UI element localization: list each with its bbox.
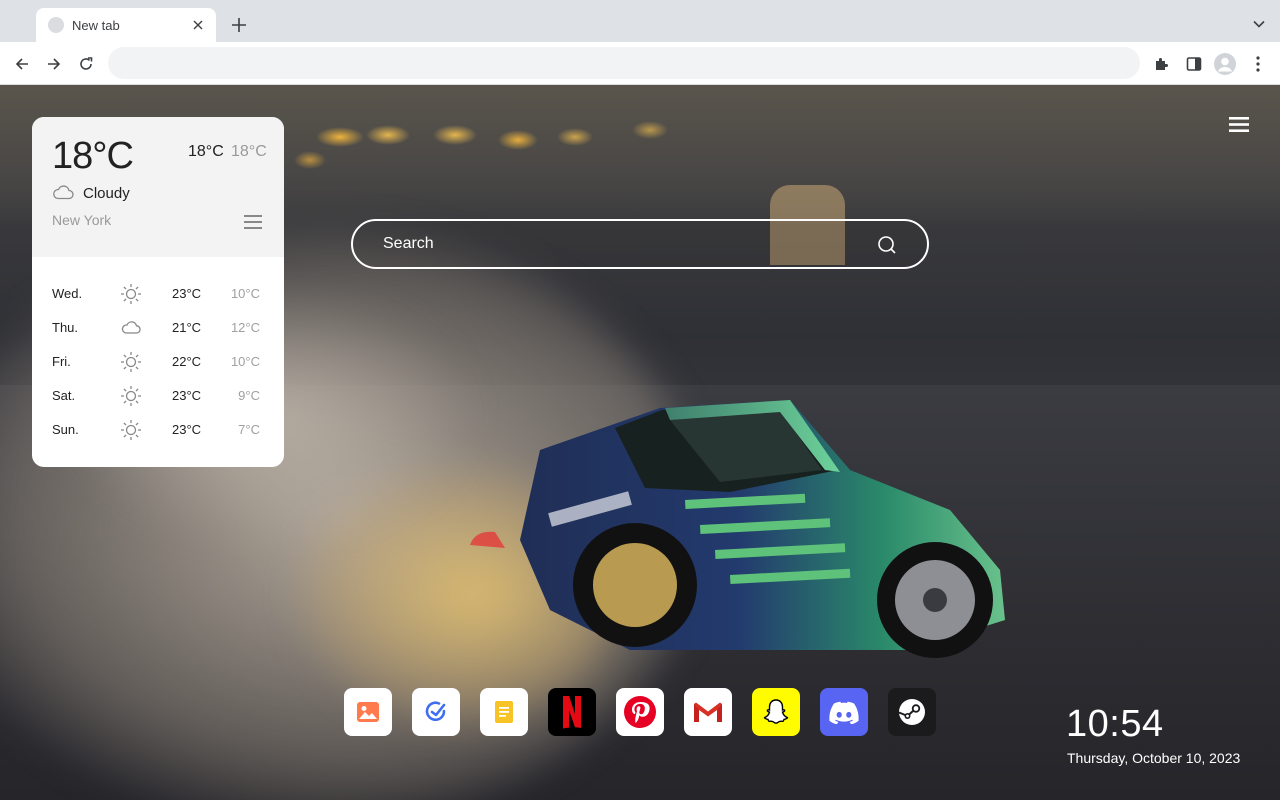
profile-icon [1214, 53, 1236, 75]
forecast-day: Fri. [52, 354, 71, 369]
forecast-day: Sun. [52, 422, 79, 437]
app-steam[interactable] [888, 688, 936, 736]
forward-button[interactable] [42, 52, 66, 76]
profile-button[interactable] [1213, 52, 1237, 76]
forward-arrow-icon [48, 58, 61, 70]
today-low-temperature: 18°C [231, 143, 267, 160]
note-icon [495, 701, 513, 723]
browser-toolbar [0, 42, 1280, 85]
new-tab-button[interactable] [228, 14, 250, 36]
forecast-row: Sat. 23°C 9°C [32, 379, 284, 413]
forecast-high: 23°C [172, 388, 202, 403]
side-panel-button[interactable] [1182, 52, 1206, 76]
kebab-menu-icon [1256, 56, 1260, 72]
new-tab-page: 18°C 18°C 18°C Cloudy New York Wed. 23°C… [0, 85, 1280, 800]
side-panel-icon [1186, 57, 1202, 71]
forecast-day: Sat. [52, 388, 76, 403]
sun-icon [121, 352, 141, 372]
gmail-icon [694, 702, 722, 722]
weather-condition: Cloudy [83, 185, 130, 202]
app-discord[interactable] [820, 688, 868, 736]
forecast-high: 21°C [172, 320, 202, 335]
search-icon[interactable] [877, 235, 897, 255]
forecast-low: 7°C [238, 422, 260, 437]
today-high-temperature: 18°C [188, 143, 224, 160]
reload-icon [80, 57, 93, 70]
tab-close-icon[interactable] [190, 17, 206, 33]
forecast-low: 10°C [230, 354, 260, 369]
forecast-high: 22°C [172, 354, 202, 369]
back-arrow-icon [15, 58, 28, 70]
tab-search-button[interactable] [1250, 15, 1268, 33]
chevron-down-icon [1253, 20, 1265, 28]
forecast-row: Wed. 23°C 10°C [32, 277, 284, 311]
plus-icon [232, 18, 246, 32]
search-box [351, 219, 929, 269]
address-bar[interactable] [108, 47, 1140, 79]
app-tasks[interactable] [412, 688, 460, 736]
tab-favicon-icon [48, 17, 64, 33]
app-gmail[interactable] [684, 688, 732, 736]
sun-icon [121, 386, 141, 406]
cloud-icon [121, 321, 141, 334]
browser-menu-button[interactable] [1246, 52, 1270, 76]
tab-title: New tab [72, 17, 120, 33]
weather-current: 18°C 18°C 18°C Cloudy New York [32, 117, 284, 257]
app-photos[interactable] [344, 688, 392, 736]
settings-menu-icon[interactable] [1229, 116, 1249, 133]
snapchat-icon [763, 699, 789, 724]
weather-widget: 18°C 18°C 18°C Cloudy New York Wed. 23°C… [32, 117, 284, 467]
app-snapchat[interactable] [752, 688, 800, 736]
discord-icon [829, 701, 859, 724]
reload-button[interactable] [74, 52, 98, 76]
puzzle-icon [1156, 58, 1168, 70]
photos-icon [357, 702, 379, 722]
forecast-day: Wed. [52, 286, 83, 301]
weather-menu-icon[interactable] [244, 214, 262, 230]
forecast-low: 12°C [230, 320, 260, 335]
sun-icon [121, 420, 141, 440]
forecast-low: 9°C [238, 388, 260, 403]
forecast-low: 10°C [230, 286, 260, 301]
app-netflix[interactable] [548, 688, 596, 736]
tab-new-tab[interactable]: New tab [36, 8, 216, 42]
current-temperature: 18°C [52, 135, 134, 177]
back-button[interactable] [10, 52, 34, 76]
forecast-day: Thu. [52, 320, 79, 335]
tab-strip: New tab [0, 0, 1280, 42]
app-pinterest[interactable] [616, 688, 664, 736]
drift-car-image [470, 400, 1005, 658]
netflix-icon [563, 696, 581, 729]
clock-date: Thursday, October 10, 2023 [1067, 750, 1241, 766]
app-notes[interactable] [480, 688, 528, 736]
forecast-row: Sun. 23°C 7°C [32, 413, 284, 447]
pinterest-icon [624, 696, 656, 728]
forecast-high: 23°C [172, 286, 202, 301]
clock-time: 10:54 [1066, 703, 1164, 745]
cloud-icon [53, 185, 74, 200]
steam-icon [898, 699, 925, 725]
forecast-row: Thu. 21°C 12°C [32, 311, 284, 345]
check-circle-icon [425, 701, 446, 722]
forecast-row: Fri. 22°C 10°C [32, 345, 284, 379]
extensions-button[interactable] [1150, 52, 1174, 76]
forecast-high: 23°C [172, 422, 202, 437]
search-input[interactable] [383, 232, 863, 256]
weather-city[interactable]: New York [52, 212, 111, 228]
sun-icon [121, 284, 141, 304]
